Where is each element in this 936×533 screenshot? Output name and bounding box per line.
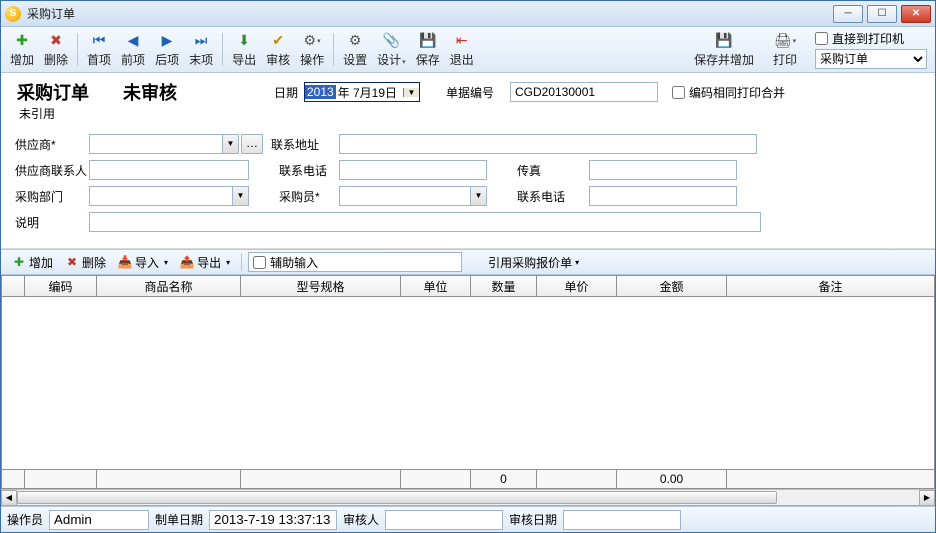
dept-combo[interactable]: ▼ [89,186,249,206]
last-button[interactable]: ⏭末项 [184,29,218,71]
operator-input[interactable] [49,510,149,530]
phone-label: 联系电话 [279,162,339,179]
grid: 编码 商品名称 型号规格 单位 数量 单价 金额 备注 0 0.00 ◀ ▶ [1,275,935,506]
col-spec[interactable]: 型号规格 [241,276,401,296]
grid-add-button[interactable]: ✚增加 [7,251,58,274]
scroll-left-icon[interactable]: ◀ [1,490,17,506]
audit-date-input[interactable] [563,510,681,530]
col-price[interactable]: 单价 [537,276,617,296]
grid-header: 编码 商品名称 型号规格 单位 数量 单价 金额 备注 [1,275,935,297]
phone2-label: 联系电话 [517,188,577,205]
supplier-contact-label: 供应商联系人 [15,162,89,179]
print-template-select[interactable]: 采购订单 [815,49,927,69]
chevron-down-icon[interactable]: ▼ [403,88,419,97]
prev-button[interactable]: ◀前项 [116,29,150,71]
supplier-contact-input[interactable] [89,160,249,180]
contact-addr-input[interactable] [339,134,757,154]
page-title: 采购订单 [17,79,89,105]
grid-delete-button[interactable]: ✖删除 [60,251,111,274]
grid-footer: 0 0.00 [1,469,935,489]
docno-input[interactable] [510,82,658,102]
scroll-right-icon[interactable]: ▶ [919,490,935,506]
make-date-input[interactable] [209,510,337,530]
horizontal-scrollbar[interactable]: ◀ ▶ [1,489,935,505]
supplier-combo[interactable]: ▼ [89,134,239,154]
col-name[interactable]: 商品名称 [97,276,241,296]
sum-qty: 0 [471,470,537,488]
aux-input[interactable]: 辅助输入 [248,252,462,272]
docno-label: 单据编号 [446,84,494,101]
date-input[interactable]: 2013 年 7月19日 ▼ [304,82,420,102]
desc-input[interactable] [89,212,761,232]
next-button[interactable]: ▶后项 [150,29,184,71]
scroll-thumb[interactable] [17,491,777,504]
dept-label: 采购部门 [15,188,89,205]
make-date-label: 制单日期 [155,511,203,528]
direct-printer-checkbox[interactable]: 直接到打印机 [815,30,927,47]
auditor-label: 审核人 [343,511,379,528]
grid-import-button[interactable]: 📥导入▾ [113,251,173,274]
minimize-button[interactable]: ─ [833,5,863,23]
add-button[interactable]: ✚增加 [5,29,39,71]
save-button[interactable]: 💾保存 [411,29,445,71]
buyer-combo[interactable]: ▼ [339,186,487,206]
action-button[interactable]: ⚙▾操作 [295,29,329,71]
grid-body[interactable] [1,297,935,469]
save-and-add-button[interactable]: 💾保存并增加 [689,29,759,71]
quote-button[interactable]: 引用采购报价单▾ [488,254,579,271]
fax-input[interactable] [589,160,737,180]
sum-amount: 0.00 [617,470,727,488]
doc-header: 采购订单 未审核 日期 2013 年 7月19日 ▼ 单据编号 编码相同打印合并 [1,73,935,105]
merge-print-checkbox[interactable]: 编码相同打印合并 [672,84,785,101]
grid-export-button[interactable]: 📤导出▾ [175,251,235,274]
col-remark[interactable]: 备注 [727,276,935,296]
phone2-input[interactable] [589,186,737,206]
operator-label: 操作员 [7,511,43,528]
export-button[interactable]: ⬇导出 [227,29,261,71]
settings-button[interactable]: ⚙设置 [338,29,372,71]
window-title: 采购订单 [27,5,833,22]
print-button[interactable]: 🖨▾打印 [768,29,802,71]
app-icon: S [5,6,21,22]
form-area: 供应商* ▼ … 联系地址 供应商联系人 联系电话 传真 采购部门 ▼ 采购员*… [1,130,935,249]
col-selector[interactable] [1,276,25,296]
ref-state: 未引用 [1,105,935,130]
exit-button[interactable]: ⇤退出 [445,29,479,71]
direct-printer-label: 直接到打印机 [832,30,904,47]
statusbar: 操作员 制单日期 审核人 审核日期 [1,506,935,532]
chevron-down-icon[interactable]: ▼ [232,187,248,205]
col-qty[interactable]: 数量 [471,276,537,296]
grid-toolbar: ✚增加 ✖删除 📥导入▾ 📤导出▾ 辅助输入 引用采购报价单▾ [1,249,935,275]
design-button[interactable]: 📎设计▾ [372,29,411,71]
col-code[interactable]: 编码 [25,276,97,296]
close-button[interactable]: ✕ [901,5,931,23]
desc-label: 说明 [15,214,89,231]
delete-button[interactable]: ✖删除 [39,29,73,71]
contact-addr-label: 联系地址 [271,136,339,153]
audit-state: 未审核 [123,79,177,105]
titlebar: S 采购订单 ─ ☐ ✕ [1,1,935,27]
main-toolbar: ✚增加 ✖删除 ⏮首项 ◀前项 ▶后项 ⏭末项 ⬇导出 ✔审核 ⚙▾操作 ⚙设置… [1,27,935,73]
date-label: 日期 [274,84,298,101]
fax-label: 传真 [517,162,557,179]
phone-input[interactable] [339,160,487,180]
audit-date-label: 审核日期 [509,511,557,528]
first-button[interactable]: ⏮首项 [82,29,116,71]
col-amount[interactable]: 金额 [617,276,727,296]
audit-button[interactable]: ✔审核 [261,29,295,71]
maximize-button[interactable]: ☐ [867,5,897,23]
supplier-picker-button[interactable]: … [241,134,263,154]
chevron-down-icon[interactable]: ▼ [470,187,486,205]
auditor-input[interactable] [385,510,503,530]
buyer-label: 采购员* [279,188,339,205]
col-unit[interactable]: 单位 [401,276,471,296]
supplier-label: 供应商* [15,136,89,153]
chevron-down-icon[interactable]: ▼ [222,135,238,153]
